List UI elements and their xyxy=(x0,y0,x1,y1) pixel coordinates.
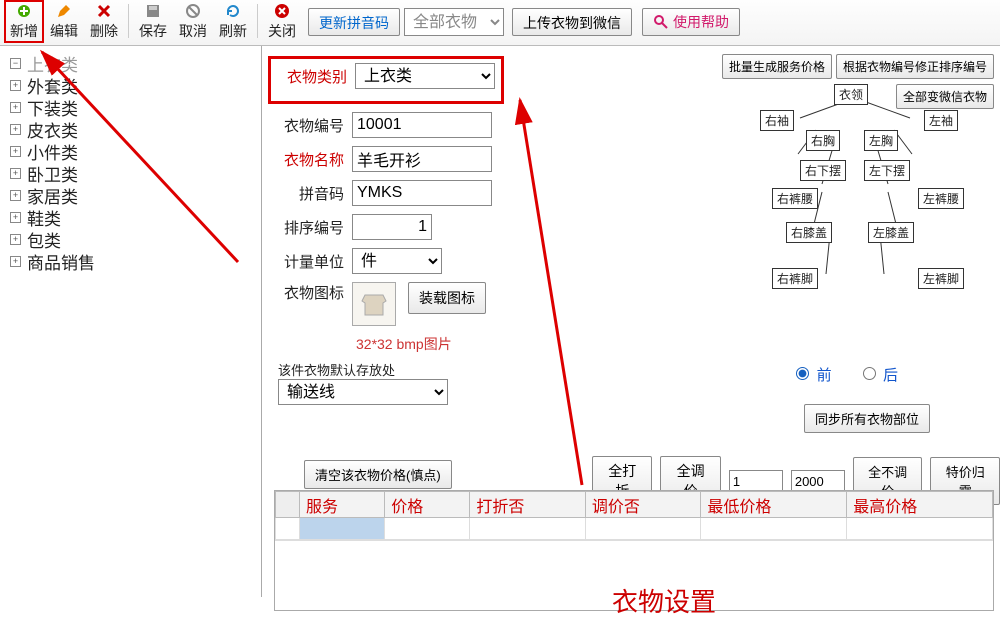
cancel-icon xyxy=(185,3,201,19)
price-v1[interactable] xyxy=(729,470,783,492)
name-label: 衣物名称 xyxy=(274,149,344,170)
tree-item-9[interactable]: +商品销售 xyxy=(4,250,257,272)
category-select[interactable]: 上衣类 xyxy=(355,63,495,89)
radio-front[interactable]: 前 xyxy=(791,367,831,384)
delete-button[interactable]: 删除 xyxy=(84,0,124,43)
batch-price-button[interactable]: 批量生成服务价格 xyxy=(722,54,832,79)
code-input[interactable] xyxy=(352,112,492,138)
diag-rfoot[interactable]: 右裤脚 xyxy=(772,268,818,289)
close-label: 关闭 xyxy=(268,21,296,41)
edit-button[interactable]: 编辑 xyxy=(44,0,84,43)
page-title: 衣物设置 xyxy=(612,582,716,619)
diag-lhem[interactable]: 左下摆 xyxy=(864,160,910,181)
edit-label: 编辑 xyxy=(50,21,78,41)
pinyin-label: 拼音码 xyxy=(274,183,344,204)
refresh-button[interactable]: 刷新 xyxy=(213,0,253,43)
tree-item-2[interactable]: +下装类 xyxy=(4,96,257,118)
col-min: 最低价格 xyxy=(701,492,847,518)
fix-order-button[interactable]: 根据衣物编号修正排序编号 xyxy=(836,54,994,79)
category-label: 衣物类别 xyxy=(277,66,347,87)
tree-item-4[interactable]: +小件类 xyxy=(4,140,257,162)
expand-icon[interactable]: + xyxy=(10,80,21,91)
add-button[interactable]: 新增 xyxy=(4,0,44,43)
expand-icon[interactable]: + xyxy=(10,212,21,223)
help-button[interactable]: 使用帮助 xyxy=(642,8,740,36)
tree-item-1[interactable]: +外套类 xyxy=(4,74,257,96)
save-button[interactable]: 保存 xyxy=(133,0,173,43)
expand-icon[interactable]: + xyxy=(10,234,21,245)
name-input[interactable] xyxy=(352,146,492,172)
tree-item-6[interactable]: +家居类 xyxy=(4,184,257,206)
cancel-label: 取消 xyxy=(179,21,207,41)
col-discount: 打折否 xyxy=(470,492,586,518)
diag-lknee[interactable]: 左膝盖 xyxy=(868,222,914,243)
diag-rwaist[interactable]: 右裤腰 xyxy=(772,188,818,209)
expand-icon[interactable]: + xyxy=(10,256,21,267)
icon-hint: 32*32 bmp图片 xyxy=(356,334,504,354)
diag-lfoot[interactable]: 左裤脚 xyxy=(918,268,964,289)
edit-icon xyxy=(56,3,72,19)
delete-label: 删除 xyxy=(90,21,118,41)
expand-icon[interactable]: + xyxy=(10,146,21,157)
main-pane: 批量生成服务价格 根据衣物编号修正排序编号 全部变微信衣物 衣物类别 上衣类 衣… xyxy=(262,46,1000,597)
diag-lchest[interactable]: 左胸 xyxy=(864,130,898,151)
default-place-label: 该件衣物默认存放处 xyxy=(278,360,504,379)
diag-lsleeve[interactable]: 左袖 xyxy=(924,110,958,131)
icon-label: 衣物图标 xyxy=(274,282,344,303)
col-price: 价格 xyxy=(385,492,470,518)
add-icon xyxy=(16,3,32,19)
tree-item-0[interactable]: −上衣类 xyxy=(4,52,257,74)
delete-icon xyxy=(96,3,112,19)
expand-icon[interactable]: + xyxy=(10,102,21,113)
cancel-button[interactable]: 取消 xyxy=(173,0,213,43)
refresh-label: 刷新 xyxy=(219,21,247,41)
tree-item-8[interactable]: +包类 xyxy=(4,228,257,250)
refresh-icon xyxy=(225,3,241,19)
clear-price-button[interactable]: 清空该衣物价格(慎点) xyxy=(304,460,452,489)
price-v2[interactable] xyxy=(791,470,845,492)
add-label: 新增 xyxy=(10,21,38,41)
col-max: 最高价格 xyxy=(847,492,993,518)
tree-item-5[interactable]: +卧卫类 xyxy=(4,162,257,184)
pinyin-input[interactable] xyxy=(352,180,492,206)
unit-label: 计量单位 xyxy=(274,251,344,272)
unit-select[interactable]: 件 xyxy=(352,248,442,274)
expand-icon[interactable]: + xyxy=(10,124,21,135)
upload-wx-button[interactable]: 上传衣物到微信 xyxy=(512,8,632,36)
load-icon-button[interactable]: 装载图标 xyxy=(408,282,486,314)
sort-label: 排序编号 xyxy=(274,217,344,238)
view-radios: 前 后 xyxy=(791,364,920,385)
col-adjust: 调价否 xyxy=(585,492,701,518)
diag-rchest[interactable]: 右胸 xyxy=(806,130,840,151)
expand-icon[interactable]: + xyxy=(10,190,21,201)
sync-parts-button[interactable]: 同步所有衣物部位 xyxy=(804,404,930,433)
code-label: 衣物编号 xyxy=(274,115,344,136)
tree-item-3[interactable]: +皮衣类 xyxy=(4,118,257,140)
main-toolbar: 新增 编辑 删除 保存 取消 刷新 关闭 更新拼音码 全部衣物 上传衣物到微信 … xyxy=(0,0,1000,46)
clothes-form: 衣物类别 上衣类 衣物编号 衣物名称 拼音码 排序编号 计量单位 件 xyxy=(274,56,504,405)
diag-rsleeve[interactable]: 右袖 xyxy=(760,110,794,131)
radio-back[interactable]: 后 xyxy=(858,367,898,384)
sort-input[interactable] xyxy=(352,214,432,240)
save-icon xyxy=(145,3,161,19)
diag-collar[interactable]: 衣领 xyxy=(834,84,868,105)
expand-icon[interactable]: + xyxy=(10,168,21,179)
expand-icon[interactable]: − xyxy=(10,58,21,69)
close-icon xyxy=(274,3,290,19)
diag-rhem[interactable]: 右下摆 xyxy=(800,160,846,181)
table-row[interactable] xyxy=(276,518,993,540)
diag-lwaist[interactable]: 左裤腰 xyxy=(918,188,964,209)
update-pinyin-button[interactable]: 更新拼音码 xyxy=(308,8,400,36)
search-icon xyxy=(653,14,669,30)
save-label: 保存 xyxy=(139,21,167,41)
diag-rknee[interactable]: 右膝盖 xyxy=(786,222,832,243)
all-clothes-select[interactable]: 全部衣物 xyxy=(404,8,504,36)
body-diagram: 衣领 右袖 左袖 右胸 左胸 右下摆 左下摆 右裤腰 左裤腰 右膝盖 左膝盖 右… xyxy=(730,84,980,304)
icon-preview xyxy=(352,282,396,326)
col-service: 服务 xyxy=(300,492,385,518)
default-place-select[interactable]: 输送线 xyxy=(278,379,448,405)
category-tree: −上衣类+外套类+下装类+皮衣类+小件类+卧卫类+家居类+鞋类+包类+商品销售 xyxy=(0,46,262,597)
close-button[interactable]: 关闭 xyxy=(262,0,302,43)
tree-item-7[interactable]: +鞋类 xyxy=(4,206,257,228)
